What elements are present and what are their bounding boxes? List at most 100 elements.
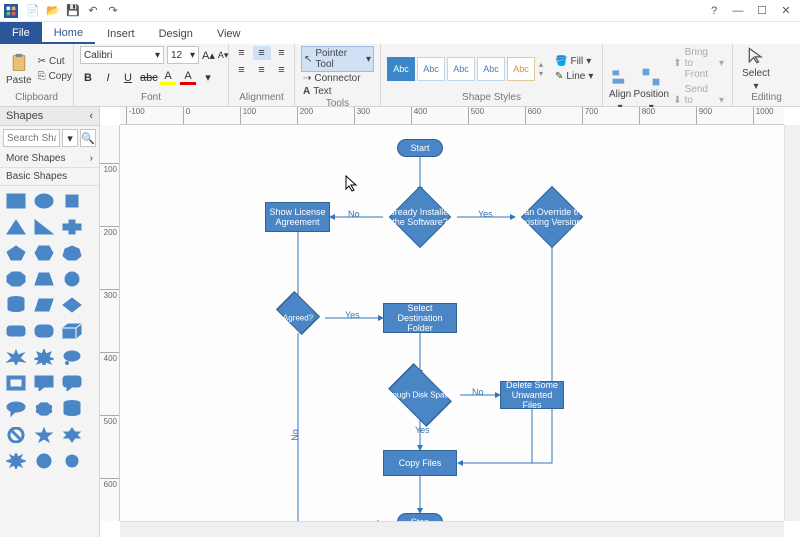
shape-frame[interactable] xyxy=(4,372,28,394)
qat-undo-icon[interactable]: ↶ xyxy=(86,4,100,18)
pointer-tool[interactable]: ↖ Pointer Tool ▾ xyxy=(301,46,374,72)
shape-cloud-callout[interactable] xyxy=(60,346,84,368)
shape-burst1[interactable] xyxy=(4,346,28,368)
style-swatch-4[interactable]: Abc xyxy=(477,57,505,81)
node-folder[interactable]: Select Destination Folder xyxy=(383,303,457,333)
shape-star8[interactable] xyxy=(4,450,28,472)
shape-callout-rect[interactable] xyxy=(32,372,56,394)
file-tab[interactable]: File xyxy=(0,22,42,44)
shape-pentagon[interactable] xyxy=(4,242,28,264)
node-override[interactable]: Can Override the Existing Version? xyxy=(515,192,589,242)
collapse-pane-icon[interactable]: ‹ xyxy=(89,110,93,122)
copy-button[interactable]: ⎘ Copy xyxy=(36,70,74,83)
node-start[interactable]: Start xyxy=(397,139,443,157)
scrollbar-horizontal[interactable] xyxy=(120,521,784,537)
font-family-select[interactable]: Calibri▾ xyxy=(80,46,164,64)
shape-forbidden[interactable] xyxy=(4,424,28,446)
node-license[interactable]: Show License Agreement xyxy=(265,202,330,232)
shape-cylinder2[interactable] xyxy=(60,398,84,420)
node-stop[interactable]: Stop xyxy=(397,513,443,521)
shape-decagon[interactable] xyxy=(60,268,84,290)
align-top-left[interactable]: ≡ xyxy=(233,46,251,60)
align-top-right[interactable]: ≡ xyxy=(273,46,291,60)
shape-heptagon[interactable] xyxy=(60,242,84,264)
search-button-icon[interactable]: 🔍 xyxy=(80,129,96,147)
shape-star5[interactable] xyxy=(32,424,56,446)
qat-redo-icon[interactable]: ↷ xyxy=(106,4,120,18)
align-top-center[interactable]: ≡ xyxy=(253,46,271,60)
group-label-font: Font xyxy=(80,92,222,106)
search-shapes-input[interactable] xyxy=(3,129,60,147)
shape-octagon[interactable] xyxy=(4,268,28,290)
shape-cylinder[interactable] xyxy=(4,294,28,316)
search-dropdown-icon[interactable]: ▾ xyxy=(62,129,78,147)
highlight-button[interactable]: A xyxy=(160,70,176,85)
cut-button[interactable]: ✂ Cut xyxy=(36,55,74,68)
shape-roundrect[interactable] xyxy=(4,320,28,342)
line-button[interactable]: ✎ Line ▾ xyxy=(553,70,595,83)
shape-burst2[interactable] xyxy=(32,346,56,368)
shape-roundrect2[interactable] xyxy=(32,320,56,342)
fontcolor-button[interactable]: A xyxy=(180,70,196,85)
node-disk[interactable]: Enough Disk Space? xyxy=(380,375,460,415)
node-copy[interactable]: Copy Files xyxy=(383,450,457,476)
shape-gear[interactable] xyxy=(60,450,84,472)
shape-rect-small[interactable] xyxy=(60,190,84,212)
qat-save-icon[interactable]: 💾 xyxy=(66,4,80,18)
position-button[interactable]: Position▾ xyxy=(635,67,667,113)
bring-front-button[interactable]: ⬆ Bring to Front ▾ xyxy=(671,46,726,81)
maximize-icon[interactable]: ☐ xyxy=(752,3,772,19)
shape-parallelogram[interactable] xyxy=(32,294,56,316)
minimize-icon[interactable]: — xyxy=(728,3,748,19)
align-button[interactable]: Align▾ xyxy=(609,67,631,113)
more-shapes-button[interactable]: More Shapes› xyxy=(0,150,99,168)
shape-star6[interactable] xyxy=(60,424,84,446)
italic-button[interactable]: I xyxy=(100,72,116,84)
fill-button[interactable]: 🪣 Fill ▾ xyxy=(553,55,595,68)
qat-open-icon[interactable]: 📂 xyxy=(46,4,60,18)
paste-button[interactable]: Paste xyxy=(6,53,32,86)
close-icon[interactable]: ✕ xyxy=(776,3,796,19)
shape-plus[interactable] xyxy=(60,216,84,238)
tab-insert[interactable]: Insert xyxy=(95,22,147,44)
align-mid-right[interactable]: ≡ xyxy=(273,63,291,77)
style-swatch-3[interactable]: Abc xyxy=(447,57,475,81)
style-swatch-2[interactable]: Abc xyxy=(417,57,445,81)
qat-new-icon[interactable]: 📄 xyxy=(26,4,40,18)
connector-tool[interactable]: ⇢ Connector xyxy=(301,72,374,85)
basic-shapes-header[interactable]: Basic Shapes xyxy=(0,168,99,186)
select-button[interactable]: Select▾ xyxy=(739,46,773,92)
shape-seal[interactable] xyxy=(32,450,56,472)
bold-button[interactable]: B xyxy=(80,72,96,84)
shape-trapezoid[interactable] xyxy=(32,268,56,290)
tab-view[interactable]: View xyxy=(205,22,253,44)
tab-home[interactable]: Home xyxy=(42,22,95,44)
shape-rect[interactable] xyxy=(4,190,28,212)
shape-hexagon[interactable] xyxy=(32,242,56,264)
node-agreed[interactable]: Agreed? xyxy=(271,303,325,333)
text-tool[interactable]: A Text xyxy=(301,85,374,98)
align-mid-left[interactable]: ≡ xyxy=(233,63,251,77)
align-mid-center[interactable]: ≡ xyxy=(253,63,271,77)
grow-font-icon[interactable]: A▴ xyxy=(202,49,215,62)
shape-right-tri[interactable] xyxy=(32,216,56,238)
strike-button[interactable]: abc xyxy=(140,72,156,84)
shape-triangle[interactable] xyxy=(4,216,28,238)
shape-cube[interactable] xyxy=(60,320,84,342)
shape-callout-oval[interactable] xyxy=(4,398,28,420)
style-swatch-1[interactable]: Abc xyxy=(387,57,415,81)
shape-callout-cloud[interactable] xyxy=(32,398,56,420)
shape-callout-round[interactable] xyxy=(60,372,84,394)
help-icon[interactable]: ? xyxy=(704,3,724,19)
node-installed[interactable]: Already Installed the Software? xyxy=(383,192,457,242)
node-delete[interactable]: Delete Some Unwanted Files xyxy=(500,381,564,409)
style-swatch-5[interactable]: Abc xyxy=(507,57,535,81)
shrink-font-icon[interactable]: A▾ xyxy=(218,50,229,61)
scrollbar-vertical[interactable] xyxy=(784,125,800,521)
underline-button[interactable]: U xyxy=(120,72,136,84)
drawing-canvas[interactable]: Start Show License Agreement Already Ins… xyxy=(120,125,784,521)
shape-diamond[interactable] xyxy=(60,294,84,316)
font-size-select[interactable]: 12▾ xyxy=(167,46,199,64)
shape-ellipse[interactable] xyxy=(32,190,56,212)
tab-design[interactable]: Design xyxy=(147,22,205,44)
